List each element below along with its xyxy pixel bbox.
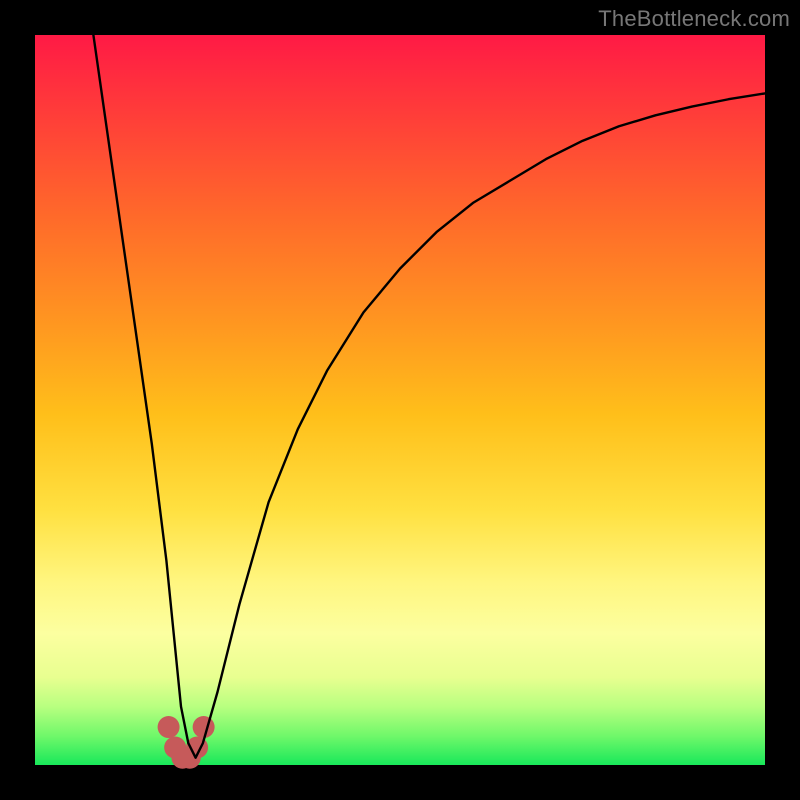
chart-svg — [35, 35, 765, 765]
watermark-label: TheBottleneck.com — [598, 6, 790, 32]
marker-group — [158, 716, 215, 769]
plot-area — [35, 35, 765, 765]
marker-dot — [193, 716, 215, 738]
curve-path — [93, 35, 765, 758]
chart-frame: TheBottleneck.com — [0, 0, 800, 800]
marker-dot — [158, 716, 180, 738]
